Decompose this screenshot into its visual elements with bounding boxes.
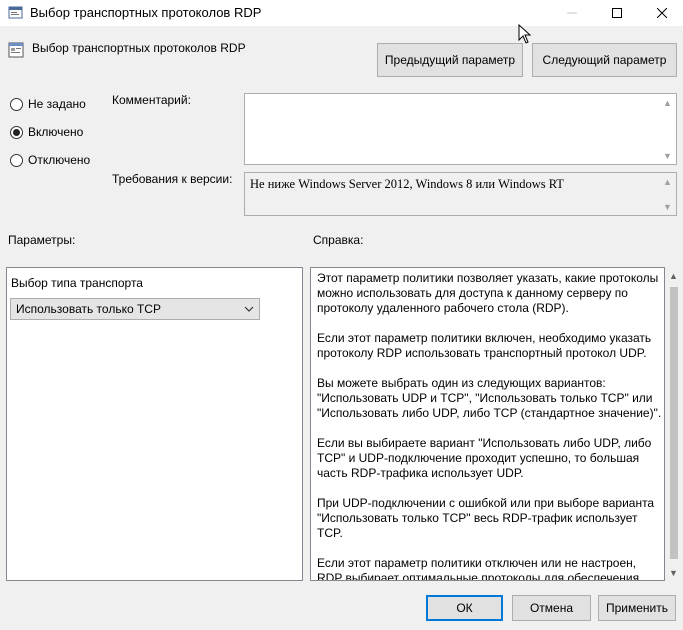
policy-title: Выбор транспортных протоколов RDP — [32, 41, 246, 55]
help-paragraph: Если вы выбираете вариант "Использовать … — [317, 436, 652, 480]
minimize-button[interactable] — [549, 0, 595, 26]
policy-window-icon — [8, 5, 24, 21]
transport-type-value: Использовать только TCP — [16, 302, 161, 316]
help-paragraph: Вы можете выбрать один из следующих вари… — [317, 376, 662, 420]
scroll-down-icon[interactable]: ▼ — [665, 564, 682, 581]
version-requirements-value: Не ниже Windows Server 2012, Windows 8 и… — [250, 177, 564, 191]
radio-circle[interactable] — [10, 125, 23, 139]
help-scrollbar[interactable]: ▲ ▼ — [665, 267, 682, 581]
radio-label: Не задано — [28, 97, 86, 111]
parameters-panel: Выбор типа транспорта Использовать тольк… — [6, 267, 303, 581]
next-setting-button[interactable]: Следующий параметр — [532, 43, 677, 77]
comment-field[interactable]: ▲ ▼ — [244, 93, 677, 165]
help-paragraph: Этот параметр политики позволяет указать… — [317, 271, 659, 315]
version-scrollbar[interactable]: ▲ ▼ — [659, 173, 676, 215]
radio-circle[interactable] — [10, 97, 23, 111]
transport-type-label: Выбор типа транспорта — [11, 276, 143, 290]
close-button[interactable] — [639, 0, 683, 26]
radio-label: Включено — [28, 125, 84, 139]
scroll-up-icon[interactable]: ▲ — [659, 173, 676, 190]
comment-label: Комментарий: — [112, 93, 191, 107]
radio-circle[interactable] — [10, 153, 23, 167]
help-paragraph: Если этот параметр политики включен, нео… — [317, 331, 652, 360]
mouse-cursor-icon — [518, 23, 532, 44]
scroll-down-icon[interactable]: ▼ — [659, 147, 676, 164]
parameters-label: Параметры: — [8, 233, 76, 247]
scroll-thumb[interactable] — [670, 287, 678, 559]
help-label: Справка: — [313, 233, 364, 247]
cancel-button[interactable]: Отмена — [512, 595, 591, 621]
maximize-button[interactable] — [594, 0, 640, 26]
version-requirements-label: Требования к версии: — [112, 172, 233, 186]
policy-settings-icon — [8, 42, 24, 58]
help-paragraph: Если этот параметр политики отключен или… — [317, 556, 640, 581]
chevron-down-icon[interactable] — [243, 303, 255, 315]
radio-label: Отключено — [28, 153, 91, 167]
comment-scrollbar[interactable]: ▲ ▼ — [659, 94, 676, 164]
radio-not-configured[interactable]: Не задано — [10, 97, 86, 111]
help-paragraph: При UDP-подключении с ошибкой или при вы… — [317, 496, 655, 540]
help-text: Этот параметр политики позволяет указать… — [317, 271, 662, 581]
scroll-down-icon[interactable]: ▼ — [659, 198, 676, 215]
help-panel: Этот параметр политики позволяет указать… — [310, 267, 665, 581]
previous-setting-button[interactable]: Предыдущий параметр — [377, 43, 523, 77]
scroll-up-icon[interactable]: ▲ — [659, 94, 676, 111]
version-requirements-field: Не ниже Windows Server 2012, Windows 8 и… — [244, 172, 677, 216]
radio-enabled[interactable]: Включено — [10, 125, 83, 139]
scroll-up-icon[interactable]: ▲ — [665, 267, 682, 284]
transport-type-select[interactable]: Использовать только TCP — [10, 298, 260, 320]
ok-button[interactable]: ОК — [426, 595, 503, 621]
radio-disabled[interactable]: Отключено — [10, 153, 90, 167]
apply-button[interactable]: Применить — [598, 595, 676, 621]
window-title: Выбор транспортных протоколов RDP — [30, 5, 262, 20]
